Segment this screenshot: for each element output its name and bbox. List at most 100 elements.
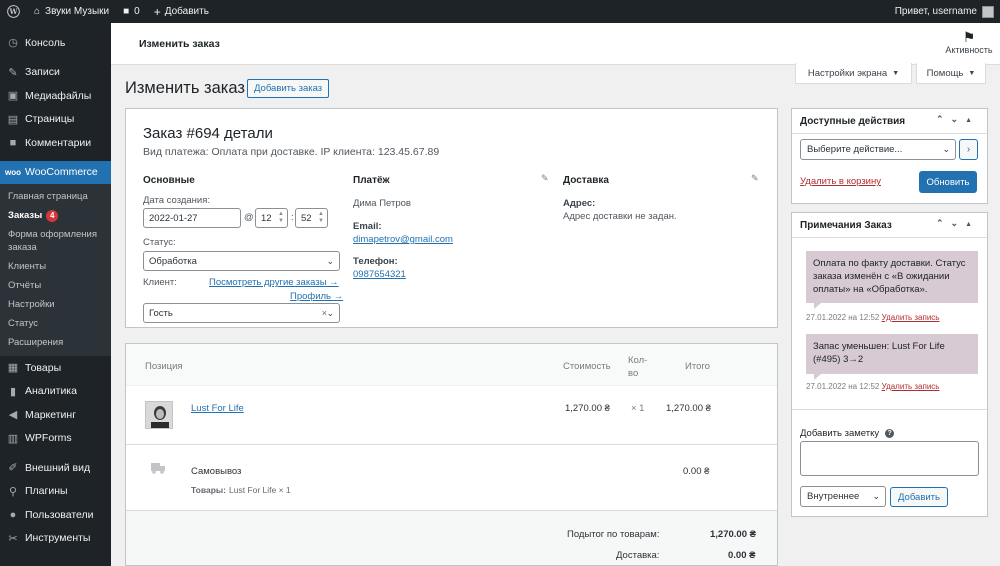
- menu-item-media[interactable]: ▣ Медиафайлы: [0, 84, 111, 108]
- menu-item-wpforms[interactable]: ▥ WPForms: [0, 427, 111, 451]
- client-label: Клиент:: [143, 277, 177, 288]
- chevron-up-icon[interactable]: ⌃: [936, 114, 951, 124]
- menu-item-analytics[interactable]: ▮ Аналитика: [0, 380, 111, 404]
- submenu-checkout-form[interactable]: Форма оформления заказа: [0, 225, 111, 257]
- menu-item-dashboard[interactable]: ◷ Консоль: [0, 31, 111, 55]
- order-actions-panel: Доступные действия ⌃⌄▲ Выберите действие…: [791, 108, 988, 204]
- submenu-reports[interactable]: Отчёты: [0, 276, 111, 295]
- email-link[interactable]: dimapetrov@gmail.com: [353, 234, 453, 245]
- payment-name: Дима Петров: [353, 198, 411, 209]
- site-name-link[interactable]: ⌂ Звуки Музыки: [27, 0, 116, 23]
- panel-controls[interactable]: ⌃⌄▲: [936, 218, 979, 229]
- other-orders-link[interactable]: Посмотреть другие заказы →: [209, 277, 339, 288]
- chart-icon: ▮: [9, 385, 17, 398]
- help-icon[interactable]: ?: [885, 428, 895, 438]
- account-menu[interactable]: Привет, username: [888, 0, 1000, 23]
- menu-label: Консоль: [25, 36, 66, 49]
- submenu-home[interactable]: Главная страница: [0, 187, 111, 206]
- page-icon: ▤: [7, 113, 19, 126]
- chevron-up-icon[interactable]: ⌃: [936, 218, 951, 228]
- delete-note-link[interactable]: Удалить запись: [882, 382, 940, 391]
- note-type-select[interactable]: Внутреннее ⌄: [800, 486, 886, 507]
- hour-input[interactable]: 12 ▲ ▼: [255, 208, 288, 228]
- order-totals: Подытог по товарам: 1,270.00 ₴ Доставка:…: [126, 510, 777, 565]
- date-value: 2022-01-27: [149, 212, 198, 224]
- product-qty: × 1: [631, 403, 645, 414]
- chevron-down-icon[interactable]: ⌄: [951, 218, 966, 228]
- qty-column-header: Кол-во: [628, 355, 648, 379]
- general-heading: Основные: [143, 175, 195, 186]
- submenu-settings[interactable]: Настройки: [0, 295, 111, 314]
- hour-value: 12: [261, 212, 272, 224]
- chevron-down-icon[interactable]: ⌄: [951, 114, 966, 124]
- edit-pencil-icon[interactable]: ✎: [751, 173, 759, 184]
- collapse-icon[interactable]: ▲: [965, 221, 979, 228]
- profile-link[interactable]: Профиль →: [290, 291, 343, 302]
- menu-item-products[interactable]: ▦ Товары: [0, 356, 111, 380]
- screen-options-button[interactable]: Настройки экрана ▼: [795, 63, 912, 84]
- shipping-total: 0.00 ₴: [683, 466, 710, 477]
- phone-link[interactable]: 0987654321: [353, 269, 406, 280]
- submenu-status[interactable]: Статус: [0, 314, 111, 333]
- add-order-button[interactable]: Добавить заказ: [247, 79, 330, 98]
- archive-icon: ▦: [7, 362, 19, 375]
- help-button[interactable]: Помощь ▼: [916, 63, 986, 84]
- note-type-value: Внутреннее: [807, 491, 860, 502]
- submenu-label: Форма оформления заказа: [8, 229, 97, 253]
- shipping-items-label: Товары:: [191, 485, 226, 495]
- menu-item-tools[interactable]: ✂ Инструменты: [0, 527, 111, 551]
- chevron-down-icon: ⌄: [326, 307, 334, 318]
- menu-label: Аналитика: [25, 385, 77, 398]
- cost-column-header: Стоимость: [563, 361, 611, 372]
- submenu-orders[interactable]: Заказы 4: [0, 206, 111, 225]
- woocommerce-header: Изменить заказ ⚑ Активность: [111, 23, 1000, 65]
- menu-label: Маркетинг: [25, 408, 77, 421]
- menu-item-marketing[interactable]: ◀ Маркетинг: [0, 403, 111, 427]
- order-data-panel: Заказ #694 детали Вид платежа: Оплата пр…: [125, 108, 778, 328]
- activity-button[interactable]: ⚑ Активность: [941, 29, 997, 55]
- menu-item-comments[interactable]: ■ Комментарии: [0, 131, 111, 155]
- chevron-down-icon: ⌄: [872, 491, 880, 501]
- note-textarea[interactable]: [800, 441, 979, 476]
- new-content-link[interactable]: + Добавить: [147, 0, 216, 23]
- product-name-link[interactable]: Lust For Life: [191, 403, 244, 414]
- total-column-header: Итого: [685, 361, 710, 372]
- submenu-customers[interactable]: Клиенты: [0, 257, 111, 276]
- status-select[interactable]: Обработка ⌄: [143, 251, 340, 271]
- menu-label: Записи: [25, 66, 60, 79]
- add-note-button[interactable]: Добавить: [890, 487, 948, 507]
- action-select[interactable]: Выберите действие... ⌄: [800, 139, 956, 160]
- menu-item-appearance[interactable]: ✐ Внешний вид: [0, 456, 111, 480]
- panel-controls[interactable]: ⌃⌄▲: [936, 114, 979, 125]
- order-meta: Вид платежа: Оплата при доставке. IP кли…: [143, 146, 440, 158]
- collapse-icon[interactable]: ▲: [965, 117, 979, 124]
- status-label: Статус:: [143, 237, 176, 248]
- comments-link[interactable]: ■ 0: [116, 0, 147, 23]
- plus-icon: +: [153, 4, 161, 19]
- menu-item-users[interactable]: ● Пользователи: [0, 503, 111, 527]
- payment-heading: Платёж: [353, 175, 390, 186]
- update-button[interactable]: Обновить: [919, 171, 977, 193]
- megaphone-icon: ◀: [8, 409, 18, 422]
- wordpress-logo-icon[interactable]: W: [0, 0, 27, 23]
- menu-item-plugins[interactable]: ⚲ Плагины: [0, 480, 111, 504]
- apply-action-button[interactable]: ›: [959, 139, 978, 160]
- menu-item-pages[interactable]: ▤ Страницы: [0, 108, 111, 132]
- edit-pencil-icon[interactable]: ✎: [541, 173, 549, 184]
- menu-item-posts[interactable]: ✎ Записи: [0, 61, 111, 85]
- menu-label: Медиафайлы: [25, 89, 92, 102]
- menu-item-woocommerce[interactable]: woo WooCommerce: [0, 160, 111, 184]
- users-icon: ●: [9, 508, 17, 521]
- phone-label: Телефон:: [353, 256, 398, 267]
- delete-note-link[interactable]: Удалить запись: [882, 313, 940, 322]
- minute-input[interactable]: 52 ▲ ▼: [295, 208, 328, 228]
- submenu-label: Главная страница: [8, 191, 88, 202]
- site-name-label: Звуки Музыки: [45, 6, 110, 17]
- trash-link[interactable]: Удалить в корзину: [800, 176, 881, 187]
- date-created-input[interactable]: 2022-01-27: [143, 208, 241, 228]
- chevron-down-icon: ⌄: [326, 255, 334, 266]
- submenu-extensions[interactable]: Расширения: [0, 333, 111, 352]
- submenu-label: Расширения: [8, 337, 64, 348]
- menu-label: Инструменты: [25, 532, 91, 545]
- client-select[interactable]: Гость × ⌄: [143, 303, 340, 323]
